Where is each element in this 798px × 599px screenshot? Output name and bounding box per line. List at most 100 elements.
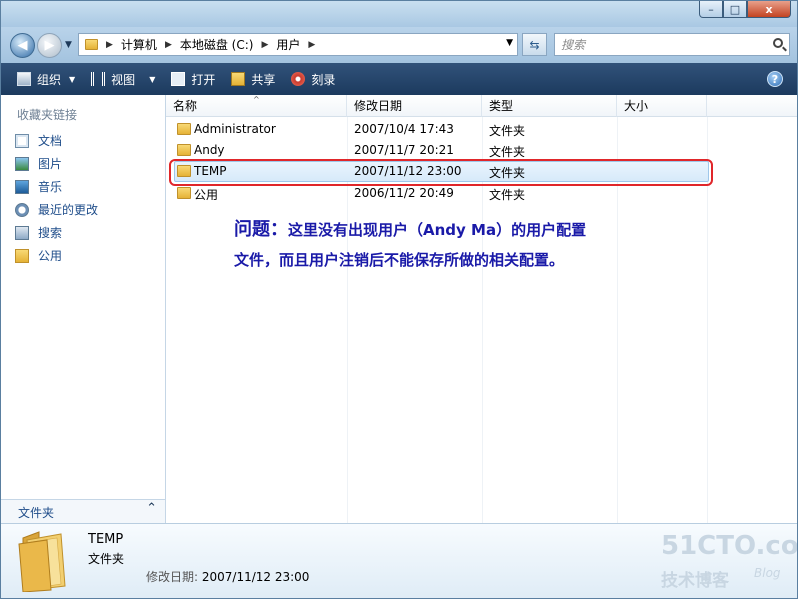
file-row[interactable]: Administrator 2007/10/4 17:43 文件夹 [174,119,709,140]
burn-label: 刻录 [311,72,336,87]
column-header-type[interactable]: 类型 [482,95,617,117]
nav-item-documents[interactable]: 文档 [15,132,62,149]
forward-button[interactable]: ▶ [37,33,62,58]
details-type: 文件夹 [88,552,125,566]
nav-item-label: 文档 [38,134,63,148]
documents-icon [15,133,29,148]
views-icon [91,72,106,86]
breadcrumb-users[interactable]: 用户 [276,36,300,53]
sort-ascending-icon: ^ [253,95,260,104]
column-header-empty [707,95,797,117]
address-bar[interactable]: ▶ 计算机 ▶ 本地磁盘 (C:) ▶ 用户 ▶ ▼ [78,33,518,56]
caption-buttons: – □ x [699,1,791,18]
back-button[interactable]: ◀ [10,33,35,58]
annotation-line-1: 问题：这里没有出现用户（Andy Ma）的用户配置 [234,215,654,245]
navigation-pane: 收藏夹链接 文档 图片 音乐 最近的更改 搜索 公用 [1,95,166,523]
nav-item-music[interactable]: 音乐 [15,178,62,195]
nav-item-label: 公用 [38,249,63,263]
folder-icon [177,187,191,199]
share-label: 共享 [251,72,276,87]
watermark-logo: 51CTO.com [661,531,798,561]
breadcrumb-separator-icon[interactable]: ▶ [261,40,268,50]
breadcrumb-separator-icon[interactable]: ▶ [165,40,172,50]
file-type: 文件夹 [489,188,526,202]
refresh-button[interactable]: ⇆ [522,33,547,56]
folder-icon [85,39,98,50]
large-folder-icon [18,531,66,592]
search-input[interactable] [559,36,763,53]
breadcrumb-computer[interactable]: 计算机 [121,36,157,53]
breadcrumb-separator-icon[interactable]: ▶ [106,40,113,50]
explorer-window: – □ x ◀ ▶ ▼ ▶ 计算机 ▶ 本地磁盘 (C:) ▶ 用户 ▶ ▼ ⇆ [0,0,798,599]
chevron-down-icon: ▼ [149,74,156,84]
refresh-icon: ⇆ [529,37,540,52]
nav-item-pictures[interactable]: 图片 [15,155,62,172]
chevron-up-icon[interactable]: ⌃ [146,501,157,516]
search-icon[interactable] [773,38,783,48]
command-toolbar: 组织 ▼ 视图 ▼ 打开 共享 刻录 ? [1,63,797,95]
file-type: 文件夹 [489,124,526,138]
file-row[interactable]: Andy 2007/11/7 20:21 文件夹 [174,140,709,161]
search-folder-icon [15,225,29,240]
details-modified-label: 修改日期: [146,570,199,584]
favorite-links-header: 收藏夹链接 [17,108,78,122]
file-modified: 2007/11/7 20:21 [354,143,454,157]
recent-pages-dropdown[interactable]: ▼ [65,40,72,50]
close-button[interactable]: x [747,1,791,18]
organize-label: 组织 [37,72,62,87]
annotation-line-2: 文件，而且用户注销后不能保存所做的相关配置。 [234,251,565,269]
folders-label: 文件夹 [18,506,55,520]
nav-item-label: 搜索 [38,226,63,240]
open-icon [171,72,186,86]
annotation-text: 问题：这里没有出现用户（Andy Ma）的用户配置 文件，而且用户注销后不能保存… [234,215,654,275]
public-folder-icon [15,248,29,263]
open-label: 打开 [191,72,216,87]
file-row[interactable]: 公用 2006/11/2 20:49 文件夹 [174,183,709,204]
file-name: Andy [194,143,225,157]
search-box[interactable] [554,33,790,56]
organize-icon [17,72,31,86]
nav-item-public[interactable]: 公用 [15,247,62,264]
forward-arrow-icon: ▶ [44,38,55,53]
column-header-name[interactable]: 名称 ^ [166,95,347,117]
back-arrow-icon: ◀ [17,38,28,53]
breadcrumb-local-disk[interactable]: 本地磁盘 (C:) [180,36,254,53]
recent-changes-icon [15,202,29,217]
nav-item-search[interactable]: 搜索 [15,224,62,241]
burn-button[interactable]: 刻录 [283,63,343,95]
column-header-modified[interactable]: 修改日期 [347,95,482,117]
details-modified-value: 2007/11/12 23:00 [201,570,310,584]
address-dropdown-icon[interactable]: ▼ [506,38,513,48]
nav-item-label: 最近的更改 [38,203,99,217]
watermark-subtitle: 技术博客 [661,571,729,591]
file-modified: 2006/11/2 20:49 [354,186,454,200]
help-icon[interactable]: ? [767,71,783,87]
organize-button[interactable]: 组织 ▼ [1,63,83,95]
views-button[interactable]: 视图 ▼ [83,63,163,95]
open-button[interactable]: 打开 [163,63,223,95]
watermark-blog: Blog [754,566,781,580]
breadcrumb-separator-icon[interactable]: ▶ [308,40,315,50]
views-label: 视图 [111,72,136,87]
column-header-size[interactable]: 大小 [617,95,707,117]
share-icon [231,72,246,86]
music-icon [15,179,29,194]
nav-item-label: 图片 [38,157,63,171]
folder-icon [177,123,191,135]
title-bar: – □ x [1,1,797,27]
details-name: TEMP [88,532,124,547]
details-pane: TEMP 文件夹 修改日期: 2007/11/12 23:00 51CTO.co… [1,523,798,598]
minimize-button[interactable]: – [699,1,723,18]
maximize-button[interactable]: □ [723,1,747,18]
nav-item-label: 音乐 [38,180,63,194]
folders-pane-toggle[interactable]: 文件夹 ⌃ [1,499,165,524]
burn-disc-icon [291,72,306,86]
highlight-box [169,159,713,186]
pictures-icon [15,156,29,171]
file-name: Administrator [194,122,276,136]
chevron-down-icon: ▼ [69,74,76,84]
address-row: ◀ ▶ ▼ ▶ 计算机 ▶ 本地磁盘 (C:) ▶ 用户 ▶ ▼ ⇆ [1,27,797,63]
annotation-lead: 问题： [234,219,288,240]
nav-item-recent-changes[interactable]: 最近的更改 [15,201,98,218]
breadcrumb: ▶ 计算机 ▶ 本地磁盘 (C:) ▶ 用户 ▶ [79,34,323,55]
